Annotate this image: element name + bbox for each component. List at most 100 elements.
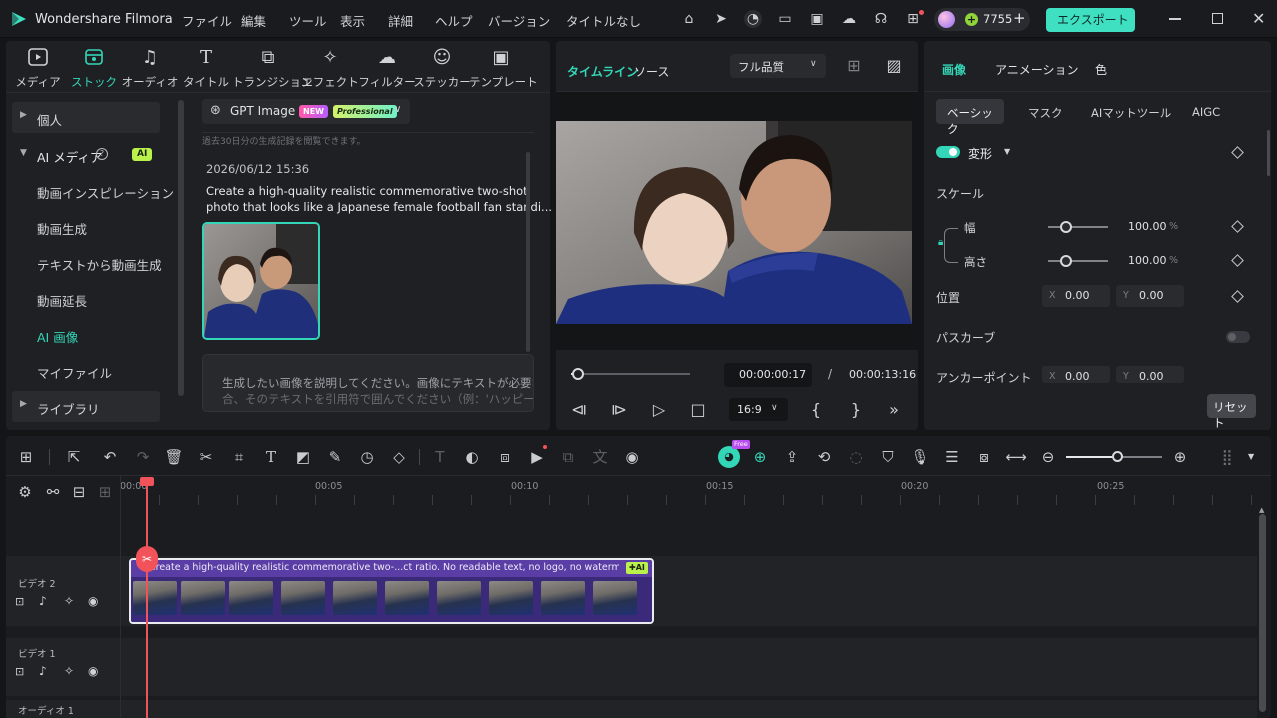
keyframe-multi-icon[interactable]: ◇ [388, 446, 410, 468]
export-button[interactable]: エクスポート∨ [1046, 8, 1135, 51]
ai-copy-icon[interactable]: ⧉ [557, 446, 579, 468]
model-selector[interactable]: ⊛ GPT Image 2 NEW Professional ∨ [202, 99, 410, 124]
zoom-out-icon[interactable]: ⊖ [1037, 446, 1059, 468]
layout-icon[interactable]: ▭ [776, 10, 794, 28]
mark-out-icon[interactable]: } [846, 400, 866, 420]
track-effects-icon[interactable]: ✧ [64, 594, 74, 608]
support-icon[interactable]: ☊ [872, 10, 890, 28]
properties-scrollbar[interactable] [1267, 130, 1270, 176]
color-palette-icon[interactable]: ◉ [621, 446, 643, 468]
add-credits-icon[interactable]: + [1013, 9, 1026, 27]
redo-icon[interactable]: ↷ [132, 446, 154, 468]
width-value[interactable]: 100.00 [1128, 220, 1167, 233]
menu-view[interactable]: 表示 [340, 11, 365, 30]
width-slider[interactable] [1048, 226, 1108, 228]
layout-grid-icon[interactable]: ⊞ [15, 446, 37, 468]
split-scissors-icon[interactable]: ✂ [195, 446, 217, 468]
play-icon[interactable]: ▷ [649, 400, 669, 420]
playback-scrubber-knob[interactable] [572, 368, 584, 380]
menu-file[interactable]: ファイル [182, 11, 232, 30]
subtab-ai-matte[interactable]: AIマットツール [1091, 105, 1171, 121]
timeline-clip[interactable]: Create a high-quality realistic commemor… [129, 558, 654, 624]
help-icon[interactable]: ? [96, 148, 108, 160]
tab-template[interactable]: ▣ テンプレート [469, 46, 538, 90]
lock-icon[interactable]: 🔒︎ [938, 237, 944, 248]
headset-voice-icon[interactable]: ◔ [744, 10, 762, 28]
chevron-down-icon[interactable]: ▼ [1248, 452, 1254, 461]
export-clip-icon[interactable]: ⇪ [781, 446, 803, 468]
tab-effect[interactable]: ✧ エフェクト [298, 46, 362, 90]
playhead-line[interactable] [146, 478, 148, 718]
microphone-icon[interactable]: 🎙︎ [909, 446, 931, 468]
sidebar-item-library[interactable]: ▶ ライブラリ [12, 391, 160, 422]
zoom-in-icon[interactable]: ⊕ [1169, 446, 1191, 468]
menu-help[interactable]: ヘルプ [435, 11, 473, 30]
height-value[interactable]: 100.00 [1128, 254, 1167, 267]
anchor-x-field[interactable]: X 0.00 [1042, 366, 1110, 383]
subtab-basic[interactable]: ベーシック [936, 99, 1004, 136]
mark-in-icon[interactable]: { [806, 400, 826, 420]
menu-edit[interactable]: 編集 [241, 11, 266, 30]
track-volume-icon[interactable]: ♪ [39, 664, 47, 678]
position-y-field[interactable]: Y 0.00 [1116, 285, 1184, 307]
track-effects-icon[interactable]: ✧ [64, 664, 74, 678]
track-grid-icon[interactable]: ⣿ [1216, 446, 1238, 468]
sidebar-item-my-files[interactable]: マイファイル [37, 363, 112, 382]
reset-button[interactable]: リセット [1207, 394, 1256, 430]
ai-assistant-icon[interactable]: ◕ [718, 446, 740, 468]
tab-source[interactable]: ソース [634, 63, 669, 80]
ai-video-icon[interactable]: ▶ [526, 446, 548, 468]
sidebar-item-video-inspiration[interactable]: 動画インスピレーション [37, 183, 174, 202]
close-icon[interactable]: ✕ [1252, 9, 1265, 28]
render-preview-icon[interactable]: ⧇ [973, 446, 995, 468]
next-frame-icon[interactable]: ⧐ [609, 400, 629, 420]
tab-audio[interactable]: ♫ オーディオ [118, 46, 182, 90]
cloud-upload-icon[interactable]: ☁ [840, 10, 858, 28]
quality-select[interactable]: フル品質 ∨ [730, 54, 826, 78]
sidebar-item-video-generation[interactable]: 動画生成 [37, 219, 87, 238]
transform-expand-icon[interactable]: ▼ [1004, 147, 1010, 156]
timeline-zoom-knob[interactable] [1112, 451, 1123, 462]
tab-stock[interactable]: ストック [62, 46, 126, 90]
sidebar-scrollbar[interactable] [178, 100, 184, 396]
timeline-scrollbar-thumb[interactable] [1259, 514, 1266, 712]
tab-media[interactable]: メディア [6, 46, 70, 90]
perspective-toggle[interactable] [1226, 331, 1250, 343]
track-visibility-icon[interactable]: ◉ [88, 594, 98, 608]
ai-effect-icon[interactable]: ◐ [461, 446, 483, 468]
menu-tools[interactable]: ツール [289, 11, 327, 30]
sidebar-item-ai-image[interactable]: AI 画像 [37, 327, 78, 346]
shield-icon[interactable]: ⛉ [877, 446, 899, 468]
ai-replace-icon[interactable]: ⧈ [494, 446, 516, 468]
width-slider-knob[interactable] [1060, 221, 1072, 233]
snapshot-image-icon[interactable]: ▨ [884, 56, 904, 76]
history-scrollbar[interactable] [526, 152, 530, 352]
track-visibility-icon[interactable]: ◉ [88, 664, 98, 678]
tab-image[interactable]: 画像 [942, 61, 966, 78]
timeline-scrollbar-up-icon[interactable]: ▲ [1259, 506, 1264, 514]
add-track-icon[interactable]: ⊞ [94, 481, 116, 503]
generated-image-thumbnail[interactable] [202, 222, 320, 340]
ai-text-icon[interactable]: T [429, 446, 451, 468]
tab-timeline[interactable]: タイムライン [567, 63, 638, 80]
sidebar-item-video-extend[interactable]: 動画延長 [37, 291, 87, 310]
fit-timeline-icon[interactable]: ⟷ [1005, 446, 1027, 468]
aspect-select[interactable]: 16:9 ∨ [729, 398, 788, 421]
pen-draw-icon[interactable]: ✎ [324, 446, 346, 468]
replace-media-icon[interactable]: ⟲ [813, 446, 835, 468]
select-pointer-icon[interactable]: ⇱ [63, 446, 85, 468]
prompt-input-box[interactable]: 生成したい画像を説明してください。画像にテキストが必要な場 合、そのテキストを引… [202, 354, 534, 412]
position-x-field[interactable]: X 0.00 [1042, 285, 1110, 307]
text-tool-icon[interactable]: T [260, 446, 282, 468]
shape-icon[interactable]: ◩ [292, 446, 314, 468]
tab-animation[interactable]: アニメーション [995, 61, 1079, 78]
transform-toggle[interactable] [936, 146, 960, 158]
tab-color[interactable]: 色 [1095, 61, 1107, 78]
track-lock-icon[interactable]: ⊡ [15, 595, 24, 608]
minimize-icon[interactable] [1169, 18, 1181, 20]
playhead-split-icon[interactable]: ✂ [136, 546, 158, 572]
height-slider-knob[interactable] [1060, 255, 1072, 267]
subtab-aigc[interactable]: AIGC [1192, 105, 1220, 119]
snap-magnet-icon[interactable]: ⊕ [749, 446, 771, 468]
delete-icon[interactable]: 🗑︎ [163, 446, 185, 468]
